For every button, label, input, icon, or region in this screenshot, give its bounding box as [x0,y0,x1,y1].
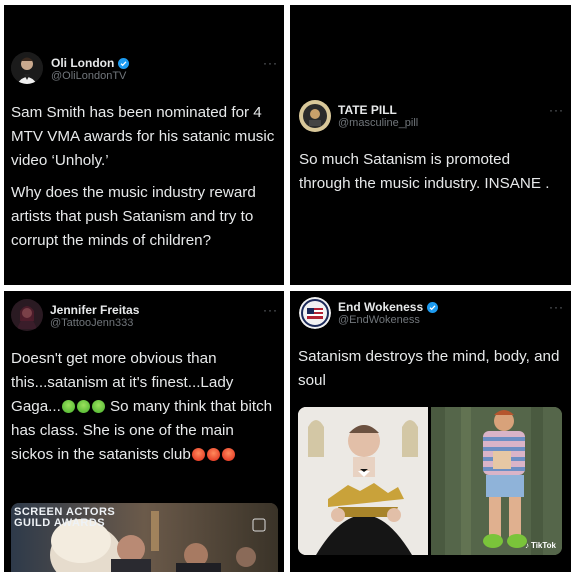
nauseated-face-emoji-icon [61,400,75,413]
nauseated-face-emoji-icon [91,400,105,413]
tweet-media-photo-left[interactable] [298,407,428,555]
tiktok-watermark: ♪ TikTok [525,541,556,550]
user-handle[interactable]: @masculine_pill [338,117,418,129]
tweet-paragraph: So much Satanism is promoted through the… [299,151,550,192]
display-name-text: End Wokeness [338,300,424,314]
display-name[interactable]: TATE PILL [338,103,397,117]
tweet-media-photo[interactable]: SCREEN ACTORS GUILD AWARDS [11,503,278,572]
avatar[interactable] [299,297,331,329]
display-name[interactable]: End Wokeness [338,300,439,314]
nauseated-face-emoji-icon [76,400,90,413]
avatar[interactable] [299,100,331,132]
avatar-image [299,297,331,329]
tweet-card-end-wokeness[interactable]: End Wokeness @EndWokeness ··· Satanism d… [290,291,571,572]
tweet-card-tate-pill[interactable]: TATE PILL @masculine_pill ··· So much Sa… [290,5,571,285]
display-name[interactable]: Oli London [51,56,130,70]
display-name[interactable]: Jennifer Freitas [50,303,139,317]
photo-image [298,407,428,555]
more-options-icon[interactable]: ··· [549,300,564,314]
cursing-face-emoji-icon [221,448,235,461]
tiktok-logo-icon: ♪ [524,541,529,550]
user-handle[interactable]: @OliLondonTV [51,70,126,82]
tweet-paragraph: Satanism destroys the mind, body, and so… [298,348,560,389]
tweet-paragraph: Sam Smith has been nominated for 4 MTV V… [11,104,275,169]
tweet-card-oli-london[interactable]: Oli London @OliLondonTV ··· Sam Smith ha… [4,5,284,285]
tweet-card-jennifer-freitas[interactable]: Jennifer Freitas @TattooJenn333 ··· Does… [4,291,284,572]
tweet-text: So much Satanism is promoted through the… [299,148,564,196]
user-handle[interactable]: @EndWokeness [338,314,420,326]
display-name-text: Jennifer Freitas [50,303,140,317]
cursing-face-emoji-icon [191,448,205,461]
avatar[interactable] [11,299,43,331]
display-name-text: TATE PILL [338,103,397,117]
tweet-text: Satanism destroys the mind, body, and so… [298,345,562,393]
user-handle[interactable]: @TattooJenn333 [50,317,133,329]
avatar-image [11,299,43,331]
more-options-icon[interactable]: ··· [263,56,278,70]
verified-badge-icon [427,301,439,313]
tweet-text: Doesn't get more obvious than this...sat… [11,347,279,467]
more-options-icon[interactable]: ··· [263,303,278,317]
tiktok-watermark-text: TikTok [530,541,556,550]
photo-image [431,407,562,555]
avatar-image [11,52,43,84]
photo-caption-text: SCREEN ACTORS GUILD AWARDS [14,506,116,529]
tweet-paragraph: Doesn't get more obvious than this...sat… [11,347,279,467]
cursing-face-emoji-icon [206,448,220,461]
verified-badge-icon [118,57,130,69]
avatar[interactable] [11,52,43,84]
tweet-paragraph: Why does the music industry reward artis… [11,184,256,249]
tweet-text: Sam Smith has been nominated for 4 MTV V… [11,101,279,253]
avatar-image [299,100,331,132]
more-options-icon[interactable]: ··· [549,103,564,117]
display-name-text: Oli London [51,56,115,70]
tweet-media-photo-right[interactable]: ♪ TikTok [431,407,562,555]
